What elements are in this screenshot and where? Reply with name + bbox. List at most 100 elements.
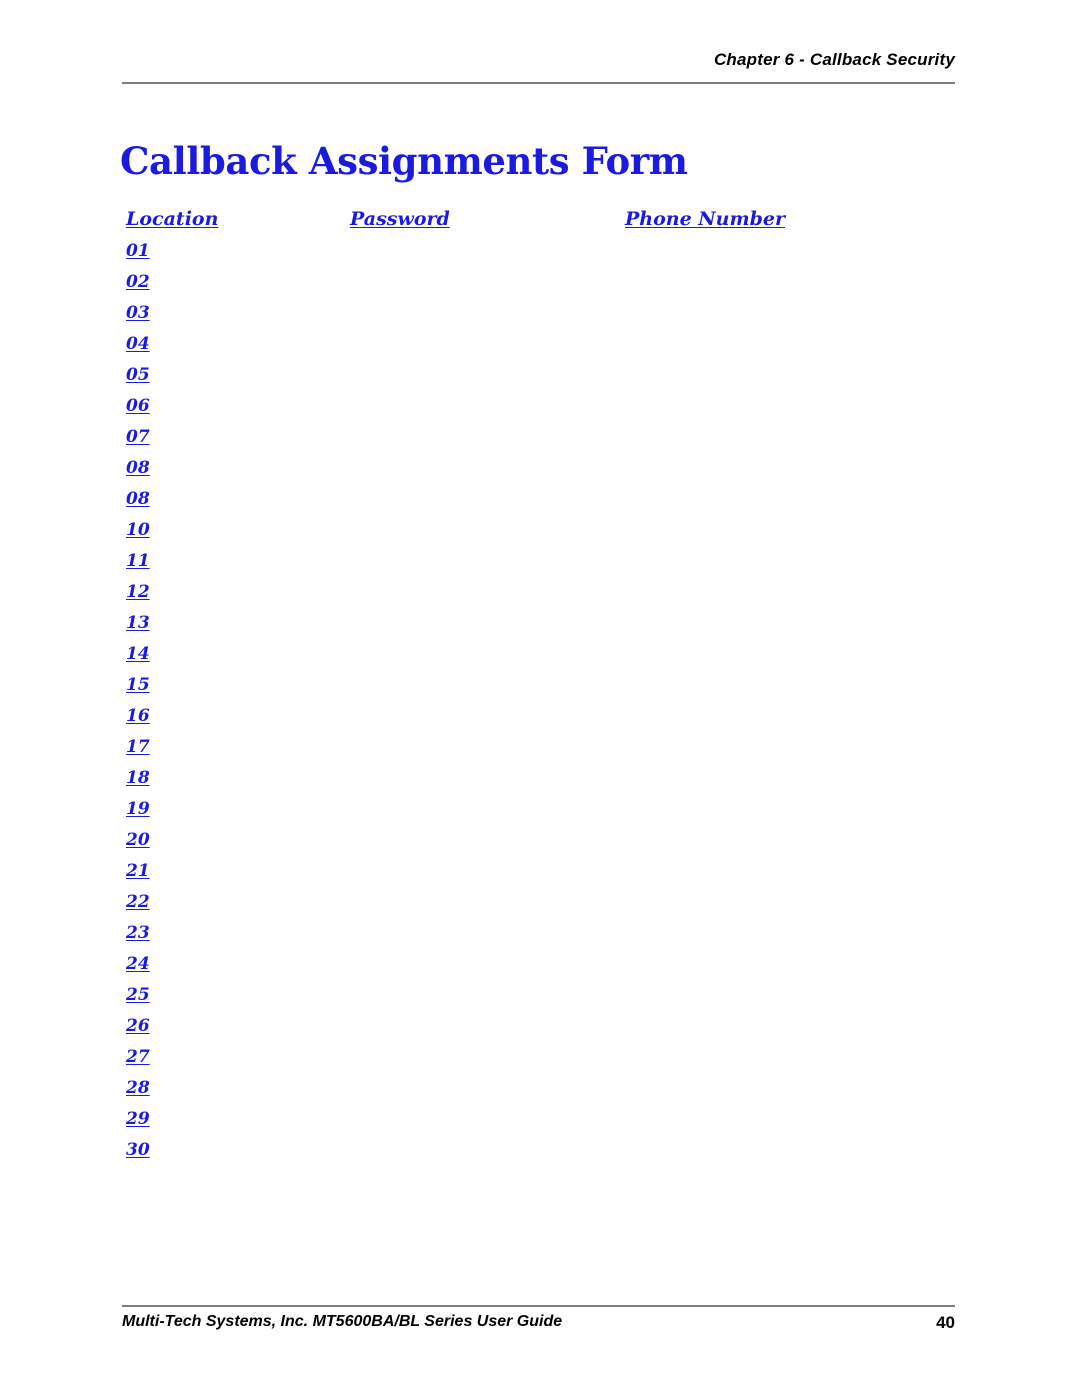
row-phone-number-blank[interactable] (625, 861, 955, 883)
table-row: 20 (0, 830, 1080, 861)
row-phone-number-blank[interactable] (625, 830, 955, 852)
row-phone-number-blank[interactable] (625, 954, 955, 976)
table-row: 19 (0, 799, 1080, 830)
row-phone-number-blank[interactable] (625, 768, 955, 790)
row-phone-number-blank[interactable] (625, 241, 955, 263)
row-location-label: 25 (126, 985, 150, 1005)
row-password-blank[interactable] (350, 985, 610, 1007)
row-password-blank[interactable] (350, 1078, 610, 1100)
row-password-blank[interactable] (350, 1047, 610, 1069)
row-phone-number-blank[interactable] (625, 892, 955, 914)
row-password-blank[interactable] (350, 923, 610, 945)
row-phone-number-blank[interactable] (625, 489, 955, 511)
page-title: Callback Assignments Form (120, 138, 688, 183)
row-phone-number-blank[interactable] (625, 520, 955, 542)
row-location-label: 18 (126, 768, 150, 788)
row-location-label: 20 (126, 830, 150, 850)
row-password-blank[interactable] (350, 241, 610, 263)
row-phone-number-blank[interactable] (625, 1078, 955, 1100)
table-row: 08 (0, 489, 1080, 520)
row-phone-number-blank[interactable] (625, 272, 955, 294)
row-phone-number-blank[interactable] (625, 582, 955, 604)
header-divider-rule (122, 82, 955, 84)
row-password-blank[interactable] (350, 489, 610, 511)
row-password-blank[interactable] (350, 861, 610, 883)
row-location-label: 08 (126, 489, 150, 509)
row-location-label: 07 (126, 427, 150, 447)
row-password-blank[interactable] (350, 551, 610, 573)
table-row: 22 (0, 892, 1080, 923)
row-location-label: 05 (126, 365, 150, 385)
row-password-blank[interactable] (350, 427, 610, 449)
row-phone-number-blank[interactable] (625, 365, 955, 387)
row-password-blank[interactable] (350, 520, 610, 542)
row-phone-number-blank[interactable] (625, 737, 955, 759)
row-password-blank[interactable] (350, 892, 610, 914)
row-password-blank[interactable] (350, 799, 610, 821)
row-password-blank[interactable] (350, 675, 610, 697)
table-row: 25 (0, 985, 1080, 1016)
running-header-chapter-title: Chapter 6 - Callback Security (713, 50, 955, 69)
row-location-label: 15 (126, 675, 150, 695)
row-phone-number-blank[interactable] (625, 1016, 955, 1038)
row-phone-number-blank[interactable] (625, 1047, 955, 1069)
row-password-blank[interactable] (350, 1109, 610, 1131)
row-location-label: 12 (126, 582, 150, 602)
row-phone-number-blank[interactable] (625, 1140, 955, 1162)
row-password-blank[interactable] (350, 737, 610, 759)
table-row: 07 (0, 427, 1080, 458)
footer-page-number: 40 (936, 1313, 955, 1332)
row-password-blank[interactable] (350, 1016, 610, 1038)
row-location-label: 28 (126, 1078, 150, 1098)
table-row: 21 (0, 861, 1080, 892)
row-location-label: 23 (126, 923, 150, 943)
document-page: Chapter 6 - Callback Security Callback A… (0, 0, 1080, 1397)
row-phone-number-blank[interactable] (625, 551, 955, 573)
row-phone-number-blank[interactable] (625, 303, 955, 325)
table-row: 10 (0, 520, 1080, 551)
table-row: 11 (0, 551, 1080, 582)
row-location-label: 01 (126, 241, 150, 261)
row-phone-number-blank[interactable] (625, 706, 955, 728)
row-phone-number-blank[interactable] (625, 458, 955, 480)
table-row: 27 (0, 1047, 1080, 1078)
row-location-label: 04 (126, 334, 150, 354)
row-password-blank[interactable] (350, 334, 610, 356)
row-phone-number-blank[interactable] (625, 799, 955, 821)
row-password-blank[interactable] (350, 582, 610, 604)
table-row: 30 (0, 1140, 1080, 1171)
row-password-blank[interactable] (350, 644, 610, 666)
row-password-blank[interactable] (350, 954, 610, 976)
row-location-label: 29 (126, 1109, 150, 1129)
row-phone-number-blank[interactable] (625, 613, 955, 635)
table-row: 23 (0, 923, 1080, 954)
row-phone-number-blank[interactable] (625, 675, 955, 697)
row-password-blank[interactable] (350, 272, 610, 294)
row-password-blank[interactable] (350, 458, 610, 480)
row-phone-number-blank[interactable] (625, 985, 955, 1007)
table-row: 14 (0, 644, 1080, 675)
row-password-blank[interactable] (350, 706, 610, 728)
row-phone-number-blank[interactable] (625, 923, 955, 945)
row-phone-number-blank[interactable] (625, 427, 955, 449)
row-password-blank[interactable] (350, 1140, 610, 1162)
row-phone-number-blank[interactable] (625, 396, 955, 418)
row-phone-number-blank[interactable] (625, 1109, 955, 1131)
row-location-label: 26 (126, 1016, 150, 1036)
table-row: 08 (0, 458, 1080, 489)
row-password-blank[interactable] (350, 396, 610, 418)
table-row: 01 (0, 241, 1080, 272)
table-row: 13 (0, 613, 1080, 644)
row-phone-number-blank[interactable] (625, 644, 955, 666)
row-password-blank[interactable] (350, 830, 610, 852)
row-location-label: 17 (126, 737, 150, 757)
row-password-blank[interactable] (350, 768, 610, 790)
row-password-blank[interactable] (350, 365, 610, 387)
row-location-label: 10 (126, 520, 150, 540)
row-password-blank[interactable] (350, 303, 610, 325)
row-password-blank[interactable] (350, 613, 610, 635)
table-row: 16 (0, 706, 1080, 737)
row-location-label: 22 (126, 892, 150, 912)
row-phone-number-blank[interactable] (625, 334, 955, 356)
row-location-label: 30 (126, 1140, 150, 1160)
